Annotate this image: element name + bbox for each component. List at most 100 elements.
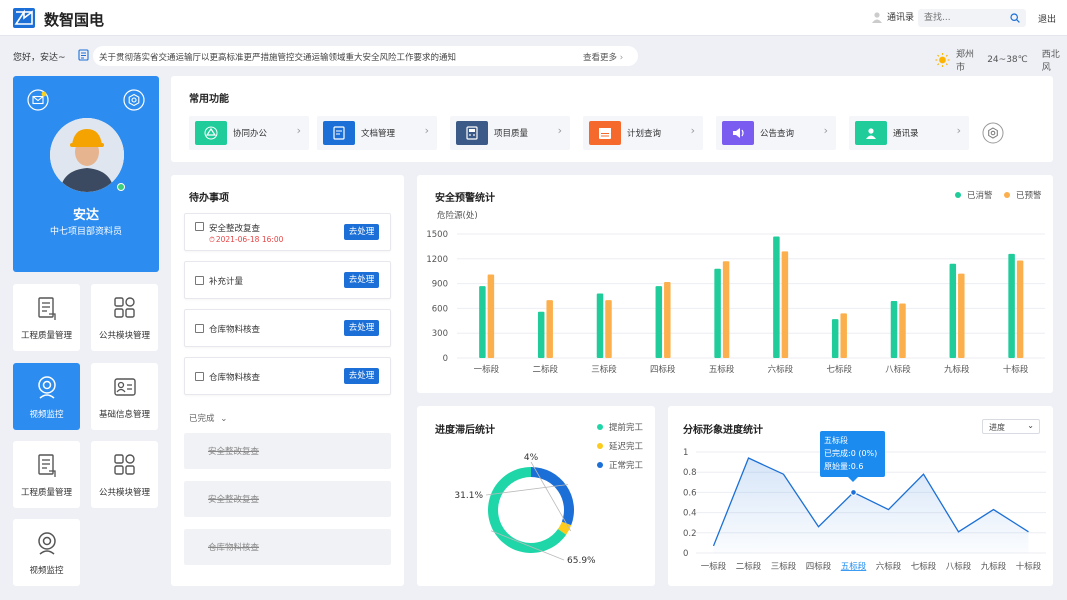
chevron-right-icon: › [619,53,624,63]
bar[interactable] [487,274,495,358]
nav-tile[interactable]: 视频监控 [13,363,80,430]
top-bar: 数智国电 通讯录 退出 [0,0,1067,36]
function-label: 通讯录 [893,129,919,139]
slice-value-label: 4% [524,453,539,463]
x-tick-label: 六标段 [876,561,902,572]
process-button[interactable]: 去处理 [344,272,379,288]
bar[interactable] [714,268,721,358]
bar[interactable] [479,286,486,358]
function-card[interactable]: 计划查询 › [583,116,703,150]
notice-text[interactable]: 关于贯彻落实省交通运输厅以更高标准更严措施管控交通运输领域重大安全风险工作要求的… [99,51,456,63]
online-status-dot [117,183,125,191]
search-input[interactable] [918,9,1002,27]
todo-title: 补充计量 [209,277,244,287]
process-button[interactable]: 去处理 [344,224,379,240]
bar[interactable] [596,293,604,358]
function-card[interactable]: 项目质量 › [450,116,570,150]
nav-tile[interactable]: 工程质量管理 [13,441,80,508]
slice-value-label: 31.1% [454,491,483,501]
x-tick-label: 七标段 [826,364,852,375]
logout-link[interactable]: 退出 [1038,12,1056,25]
clock-icon: ⏱ [209,235,215,244]
todo-item: 补充计量 去处理 [184,261,391,299]
user-role: 中七项目部资料员 [49,227,122,237]
bar[interactable] [840,313,847,358]
search-icon[interactable] [1010,13,1020,23]
highlight-point[interactable] [850,489,857,496]
pie-slice[interactable] [531,467,574,526]
x-tick-label: 九标段 [981,561,1007,572]
bar[interactable] [655,286,663,358]
y-tick-label: 0.6 [683,488,697,498]
todo-item: 仓库物料核查 去处理 [184,357,391,395]
tooltip-line-2: 原始量:0.6 [824,462,864,471]
todo-checkbox[interactable] [195,276,204,285]
settings-icon[interactable] [123,89,145,111]
todo-checkbox[interactable] [195,222,204,231]
chevron-right-icon: › [296,124,301,137]
y-tick-label: 1 [683,448,688,458]
function-card[interactable]: 通讯录 › [849,116,969,150]
nav-tile[interactable]: 公共模块管理 [91,284,158,351]
bar[interactable] [605,300,612,358]
process-button[interactable]: 去处理 [344,368,379,384]
function-card[interactable]: 协同办公 › [189,116,309,150]
legend-item: 正常完工 [597,459,643,471]
nav-tile-label: 视频监控 [29,566,64,576]
bar[interactable] [949,263,957,358]
nav-tile[interactable]: 公共模块管理 [91,441,158,508]
bar[interactable] [546,300,553,358]
nav-tile-label: 基础信息管理 [98,410,150,420]
bar[interactable] [899,303,906,358]
x-tick-label: 十标段 [1016,561,1042,572]
x-tick-label: 四标段 [650,364,676,375]
delay-donut-chart: 31.1% 4% 65.9% [454,453,596,566]
bar[interactable] [890,300,898,358]
camera-icon [38,376,56,399]
function-label: 项目质量 [494,129,529,139]
logo-icon [13,8,35,28]
process-button[interactable]: 去处理 [344,320,379,336]
function-card[interactable]: 文档管理 › [317,116,437,150]
legend-label: 延迟完工 [609,442,644,452]
nav-tile[interactable]: 基础信息管理 [91,363,158,430]
bar[interactable] [722,261,730,358]
chevron-down-icon: ⌄ [220,414,228,424]
mail-icon[interactable] [27,89,49,111]
done-toggle[interactable]: 已完成 ⌄ [189,412,227,424]
calculator-icon [456,121,488,145]
todo-checkbox[interactable] [195,324,204,333]
function-card[interactable]: 公告查询 › [716,116,836,150]
bar[interactable] [1016,260,1024,358]
search-box[interactable] [918,9,1026,27]
nav-tile[interactable]: 工程质量管理 [13,284,80,351]
bar[interactable] [958,273,965,358]
todo-date-text: 2021-06-18 16:00 [215,235,284,244]
x-tick-label: 六标段 [768,364,794,375]
notice-more-link[interactable]: 查看更多 › [583,51,623,63]
x-tick-label: 七标段 [911,561,937,572]
done-item-title: 安全整改复查 [208,495,260,505]
todo-title: 安全整改复查 [209,224,261,234]
bar[interactable] [781,251,789,358]
bar[interactable] [773,236,780,358]
grid-icon [114,297,135,318]
function-settings-icon[interactable] [982,122,1004,144]
bar[interactable] [537,311,545,358]
todo-checkbox[interactable] [195,372,204,381]
id-card-icon [114,378,136,396]
x-tick-label: 八标段 [885,364,911,375]
todo-date: ⏱2021-06-18 16:00 [209,235,283,245]
todo-title: 待办事项 [189,193,229,204]
bar[interactable] [664,281,671,358]
contacts-link[interactable]: 通讯录 [871,10,914,23]
nav-tile[interactable]: 视频监控 [13,519,80,586]
x-tick-label: 九标段 [944,364,970,375]
x-tick-label: 十标段 [1003,364,1029,375]
common-functions-title: 常用功能 [189,94,229,105]
todo-item: 仓库物料核查 去处理 [184,309,391,347]
bar[interactable] [831,319,839,358]
todo-title: 仓库物料核查 [209,373,261,383]
bar[interactable] [1008,253,1015,358]
tooltip-arrow [848,477,858,482]
